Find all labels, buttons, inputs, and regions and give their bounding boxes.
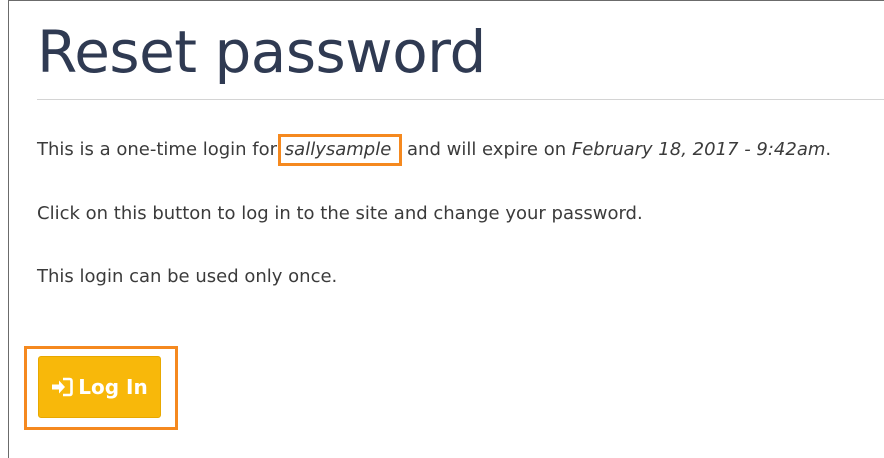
message-middle: and will expire on <box>401 139 572 160</box>
message-suffix: . <box>825 139 832 160</box>
expiry-date: February 18, 2017 - 9:42am <box>571 139 826 160</box>
one-time-login-message: This is a one-time login for sallysample… <box>37 134 832 166</box>
log-in-button[interactable]: Log In <box>38 356 161 418</box>
username-highlight: sallysample <box>277 134 403 166</box>
single-use-notice: This login can be used only once. <box>37 266 338 287</box>
page-title: Reset password <box>37 18 486 86</box>
log-in-button-label: Log In <box>78 375 148 399</box>
title-divider <box>37 99 884 100</box>
sign-in-icon <box>51 377 74 397</box>
frame-border-left <box>8 0 9 458</box>
frame-border-top <box>8 0 884 1</box>
instruction-message: Click on this button to log in to the si… <box>37 203 643 224</box>
message-prefix: This is a one-time login for <box>37 139 283 160</box>
